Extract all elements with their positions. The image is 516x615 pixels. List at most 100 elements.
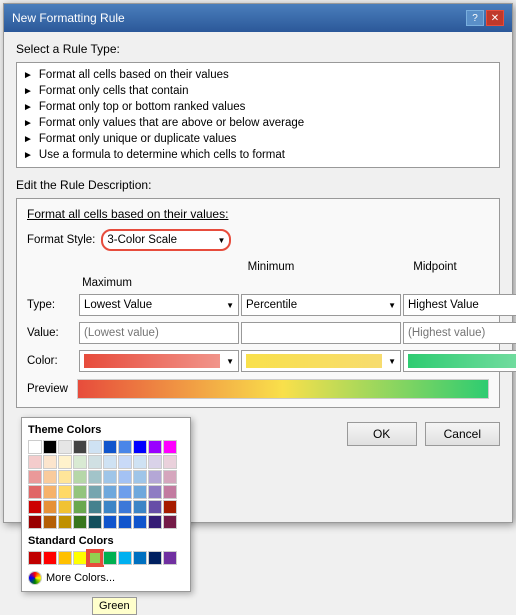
color-maximum-select[interactable]: ▼: [403, 350, 516, 372]
theme-color-cell-10[interactable]: [28, 455, 42, 469]
theme-color-cell-40[interactable]: [28, 500, 42, 514]
theme-color-cell-32[interactable]: [58, 485, 72, 499]
theme-color-cell-15[interactable]: [103, 455, 117, 469]
theme-color-cell-59[interactable]: [163, 515, 177, 529]
rule-item-4-label: Format only values that are above or bel…: [39, 117, 304, 129]
theme-color-cell-23[interactable]: [73, 470, 87, 484]
type-minimum-value: Lowest Value: [84, 299, 152, 311]
theme-color-cell-27[interactable]: [133, 470, 147, 484]
standard-color-cell-6[interactable]: [118, 551, 132, 565]
theme-color-cell-49[interactable]: [163, 500, 177, 514]
theme-color-cell-3[interactable]: [73, 440, 87, 454]
rule-item-6[interactable]: ► Use a formula to determine which cells…: [23, 147, 493, 163]
theme-color-cell-29[interactable]: [163, 470, 177, 484]
theme-color-cell-30[interactable]: [28, 485, 42, 499]
theme-color-cell-8[interactable]: [148, 440, 162, 454]
standard-color-cell-9[interactable]: [163, 551, 177, 565]
theme-color-cell-31[interactable]: [43, 485, 57, 499]
theme-color-cell-56[interactable]: [118, 515, 132, 529]
standard-color-cell-7[interactable]: [133, 551, 147, 565]
theme-color-cell-46[interactable]: [118, 500, 132, 514]
theme-color-cell-9[interactable]: [163, 440, 177, 454]
standard-color-cell-5[interactable]: [103, 551, 117, 565]
color-label: Color:: [27, 349, 77, 373]
theme-color-cell-14[interactable]: [88, 455, 102, 469]
theme-color-cell-4[interactable]: [88, 440, 102, 454]
col-header-minimum: Minimum: [191, 261, 351, 273]
help-button[interactable]: ?: [466, 10, 484, 26]
preview-row: Preview: [27, 379, 489, 399]
theme-color-cell-43[interactable]: [73, 500, 87, 514]
theme-color-cell-53[interactable]: [73, 515, 87, 529]
type-minimum-select[interactable]: Lowest Value ▼: [79, 294, 239, 316]
theme-color-cell-47[interactable]: [133, 500, 147, 514]
theme-color-cell-12[interactable]: [58, 455, 72, 469]
value-midpoint-input[interactable]: 50: [241, 322, 401, 344]
theme-color-cell-36[interactable]: [118, 485, 132, 499]
theme-color-cell-22[interactable]: [58, 470, 72, 484]
theme-color-cell-21[interactable]: [43, 470, 57, 484]
theme-color-cell-48[interactable]: [148, 500, 162, 514]
preview-label: Preview: [27, 383, 77, 395]
more-colors-row[interactable]: More Colors...: [28, 571, 184, 585]
theme-color-cell-16[interactable]: [118, 455, 132, 469]
rule-item-5[interactable]: ► Format only unique or duplicate values: [23, 131, 493, 147]
theme-color-cell-1[interactable]: [43, 440, 57, 454]
column-headers: Minimum Midpoint Maximum: [27, 261, 489, 289]
type-maximum-select[interactable]: Highest Value ▼: [403, 294, 516, 316]
theme-color-cell-7[interactable]: [133, 440, 147, 454]
theme-color-cell-5[interactable]: [103, 440, 117, 454]
theme-color-cell-0[interactable]: [28, 440, 42, 454]
standard-color-cell-0[interactable]: [28, 551, 42, 565]
theme-color-cell-45[interactable]: [103, 500, 117, 514]
color-minimum-select[interactable]: ▼: [79, 350, 239, 372]
more-colors-icon: [28, 571, 42, 585]
ok-button[interactable]: OK: [347, 422, 417, 446]
theme-color-cell-20[interactable]: [28, 470, 42, 484]
theme-color-cell-54[interactable]: [88, 515, 102, 529]
theme-color-cell-37[interactable]: [133, 485, 147, 499]
close-button[interactable]: ✕: [486, 10, 504, 26]
theme-color-cell-6[interactable]: [118, 440, 132, 454]
rule-item-2[interactable]: ► Format only cells that contain: [23, 83, 493, 99]
theme-color-cell-55[interactable]: [103, 515, 117, 529]
theme-color-cell-33[interactable]: [73, 485, 87, 499]
standard-color-cell-3[interactable]: [73, 551, 87, 565]
theme-color-cell-57[interactable]: [133, 515, 147, 529]
theme-color-cell-44[interactable]: [88, 500, 102, 514]
rule-item-3[interactable]: ► Format only top or bottom ranked value…: [23, 99, 493, 115]
theme-color-cell-34[interactable]: [88, 485, 102, 499]
theme-color-cell-26[interactable]: [118, 470, 132, 484]
theme-color-cell-41[interactable]: [43, 500, 57, 514]
rule-item-4[interactable]: ► Format only values that are above or b…: [23, 115, 493, 131]
standard-color-cell-4[interactable]: [88, 551, 102, 565]
color-midpoint-select[interactable]: ▼: [241, 350, 401, 372]
theme-color-cell-50[interactable]: [28, 515, 42, 529]
standard-color-cell-2[interactable]: [58, 551, 72, 565]
value-maximum-input[interactable]: [403, 322, 516, 344]
type-midpoint-select[interactable]: Percentile ▼: [241, 294, 401, 316]
theme-color-cell-35[interactable]: [103, 485, 117, 499]
theme-color-cell-52[interactable]: [58, 515, 72, 529]
theme-color-cell-42[interactable]: [58, 500, 72, 514]
rule-item-1[interactable]: ► Format all cells based on their values: [23, 67, 493, 83]
theme-color-cell-38[interactable]: [148, 485, 162, 499]
theme-color-cell-13[interactable]: [73, 455, 87, 469]
cancel-button[interactable]: Cancel: [425, 422, 500, 446]
theme-color-cell-24[interactable]: [88, 470, 102, 484]
theme-color-cell-18[interactable]: [148, 455, 162, 469]
theme-color-cell-2[interactable]: [58, 440, 72, 454]
theme-color-cell-58[interactable]: [148, 515, 162, 529]
standard-color-cell-8[interactable]: [148, 551, 162, 565]
theme-color-cell-28[interactable]: [148, 470, 162, 484]
theme-color-cell-39[interactable]: [163, 485, 177, 499]
type-label: Type:: [27, 293, 77, 317]
theme-color-cell-11[interactable]: [43, 455, 57, 469]
value-minimum-input[interactable]: [79, 322, 239, 344]
theme-color-cell-25[interactable]: [103, 470, 117, 484]
theme-color-cell-51[interactable]: [43, 515, 57, 529]
standard-color-cell-1[interactable]: [43, 551, 57, 565]
format-style-select[interactable]: 3-Color Scale ▼: [101, 229, 231, 251]
theme-color-cell-17[interactable]: [133, 455, 147, 469]
theme-color-cell-19[interactable]: [163, 455, 177, 469]
